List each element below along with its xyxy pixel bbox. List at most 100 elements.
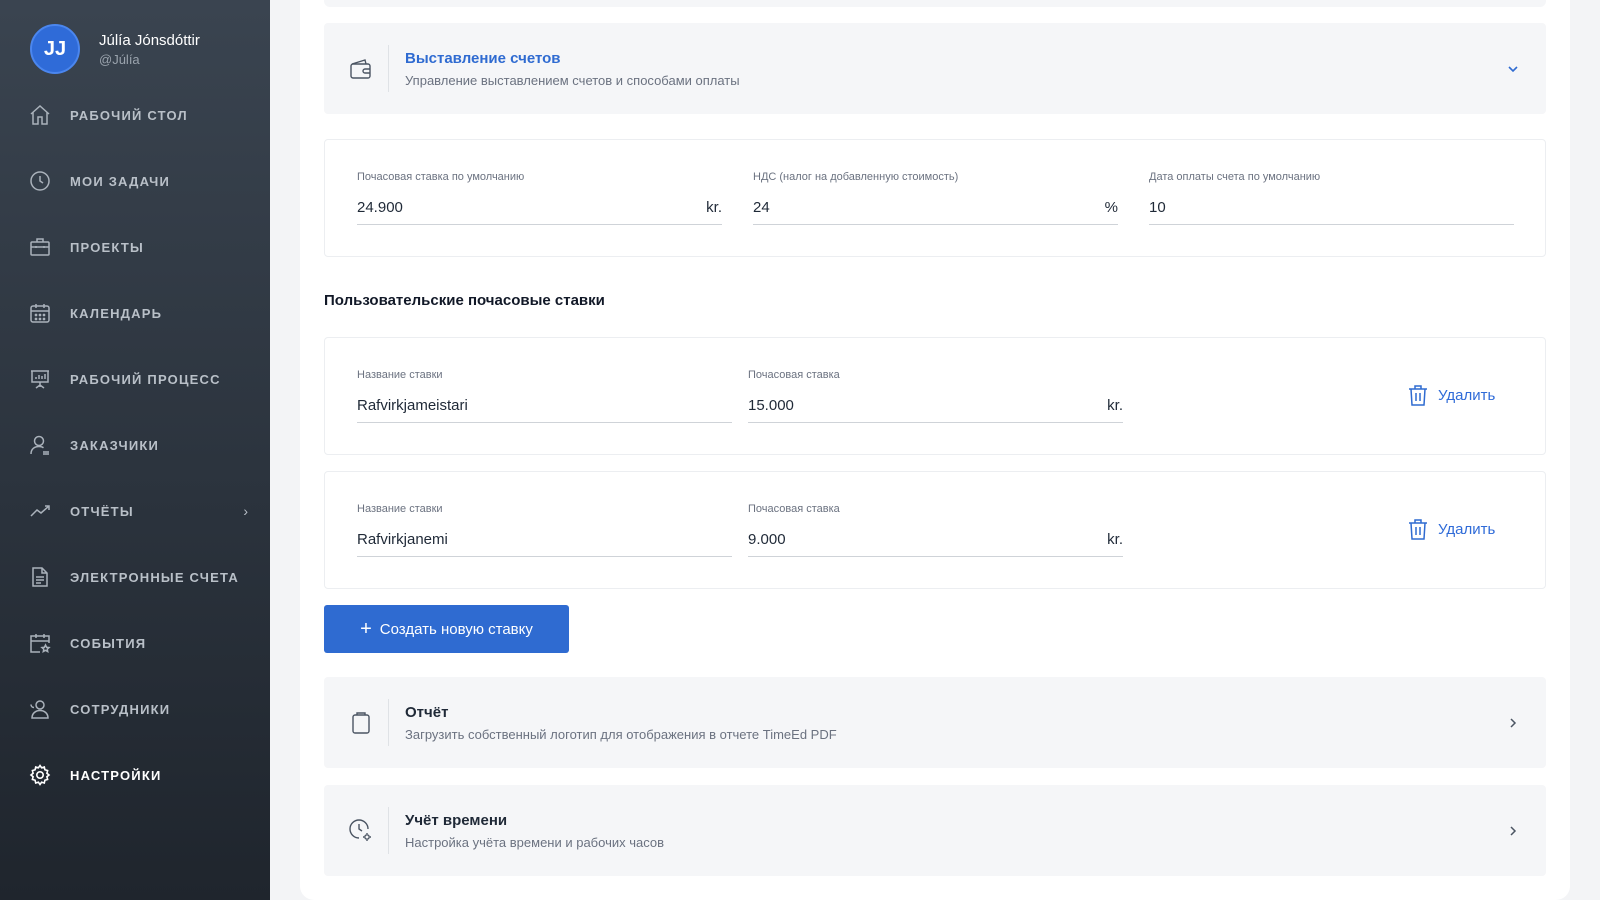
sidebar-item-e-invoices[interactable]: ЭЛЕКТРОННЫЕ СЧЕТА [28,562,248,592]
billing-description: Управление выставлением счетов и способа… [405,73,740,88]
rate-name-field[interactable]: Название ставки Rafvirkjanemi [357,503,732,559]
wallet-icon [350,58,371,79]
sidebar-item-customers[interactable]: ЗАКАЗЧИКИ [28,430,248,460]
sidebar-item-projects[interactable]: ПРОЕКТЫ [28,232,248,262]
rate-amount-field[interactable]: Почасовая ставка 9.000 kr. [748,503,1123,559]
percent-unit: % [1104,199,1118,216]
create-rate-label: Создать новую ставку [379,620,533,638]
invoice-due-label: Дата оплаты счета по умолчанию [1149,171,1321,183]
billing-defaults-card: Почасовая ставка по умолчанию 24.900 kr.… [324,139,1546,257]
currency-unit: kr. [1107,531,1123,548]
delete-label: Удалить [1438,386,1496,404]
sidebar-item-calendar[interactable]: КАЛЕНДАРЬ [28,298,248,328]
sidebar-item-my-tasks[interactable]: МОИ ЗАДАЧИ [28,166,248,196]
rate-name-value: Rafvirkjameistari [357,397,468,414]
sidebar-item-label: ЭЛЕКТРОННЫЕ СЧЕТА [70,569,239,585]
default-hourly-rate-value: 24.900 [357,199,403,216]
delete-rate-button[interactable]: Удалить [1408,384,1495,406]
default-hourly-rate-label: Почасовая ставка по умолчанию [357,171,525,183]
rate-name-input[interactable]: Rafvirkjameistari [357,389,732,423]
sidebar-item-label: СОБЫТИЯ [70,635,147,651]
time-tracking-title: Учёт времени [405,812,508,829]
clipboard-icon [352,711,370,734]
report-title: Отчёт [405,704,449,721]
rate-amount-value: 15.000 [748,397,794,414]
rate-name-label: Название ставки [357,503,443,515]
home-icon [30,104,50,125]
separator [388,45,389,92]
document-icon [32,567,48,587]
report-section-header[interactable]: Отчёт Загрузить собственный логотип для … [324,677,1546,768]
trend-icon [30,505,50,517]
calendar-icon [30,304,50,323]
user-text: Júlía Jónsdóttir @Júlía [99,32,200,67]
sidebar-item-dashboard[interactable]: РАБОЧИЙ СТОЛ [28,100,248,130]
plus-icon: + [360,618,372,640]
separator [388,699,389,746]
sidebar-item-label: РАБОЧИЙ СТОЛ [70,107,188,123]
default-hourly-rate-field[interactable]: Почасовая ставка по умолчанию 24.900 kr. [357,171,722,227]
time-tracking-section-header[interactable]: Учёт времени Настройка учёта времени и р… [324,785,1546,876]
rate-name-value: Rafvirkjanemi [357,531,448,548]
custom-rate-row: Название ставки Rafvirkjameistari Почасо… [324,337,1546,455]
sidebar-item-settings[interactable]: НАСТРОЙКИ [28,760,248,790]
time-tracking-description: Настройка учёта времени и рабочих часов [405,835,665,850]
sidebar-item-label: МОИ ЗАДАЧИ [70,173,171,189]
chevron-right-icon[interactable] [1506,716,1520,730]
billing-title: Выставление счетов [405,50,561,67]
sidebar-item-employees[interactable]: СОТРУДНИКИ [28,694,248,724]
clock-settings-icon [349,818,371,841]
rate-amount-label: Почасовая ставка [748,369,840,381]
user-profile[interactable]: JJ Júlía Jónsdóttir @Júlía [30,24,200,74]
presentation-icon [31,370,49,389]
briefcase-icon [30,238,50,256]
sidebar-item-workflow[interactable]: РАБОЧИЙ ПРОЦЕСС [28,364,248,394]
currency-unit: kr. [706,199,722,216]
chevron-right-icon: › [243,503,248,519]
user-icon [30,435,49,455]
sidebar-item-label: РАБОЧИЙ ПРОЦЕСС [70,371,221,387]
sidebar-item-label: ЗАКАЗЧИКИ [70,437,160,453]
avatar[interactable]: JJ [30,24,80,74]
sidebar-item-events[interactable]: СОБЫТИЯ [28,628,248,658]
chevron-down-icon[interactable] [1506,62,1520,76]
currency-unit: kr. [1107,397,1123,414]
invoice-due-value: 10 [1149,199,1166,216]
rate-name-input[interactable]: Rafvirkjanemi [357,523,732,557]
invoice-due-field[interactable]: Дата оплаты счета по умолчанию 10 [1149,171,1514,227]
trash-icon [1409,519,1427,540]
rate-amount-value: 9.000 [748,531,786,548]
invoice-due-input[interactable]: 10 [1149,191,1514,225]
sidebar-item-label: СОТРУДНИКИ [70,701,171,717]
create-rate-button[interactable]: + Создать новую ставку [324,605,569,653]
rate-amount-input[interactable]: 15.000 kr. [748,389,1123,423]
custom-rate-row: Название ставки Rafvirkjanemi Почасовая … [324,471,1546,589]
vat-value: 24 [753,199,770,216]
user-name: Júlía Jónsdóttir [99,31,200,49]
sidebar: JJ Júlía Jónsdóttir @Júlía РАБОЧИЙ СТОЛ … [0,0,270,900]
sidebar-item-label: НАСТРОЙКИ [70,767,162,783]
custom-rates-heading: Пользовательские почасовые ставки [324,292,605,309]
chevron-right-icon[interactable] [1506,824,1520,838]
sidebar-item-label: ПРОЕКТЫ [70,239,144,255]
vat-label: НДС (налог на добавленную стоимость) [753,171,959,183]
billing-section-header[interactable]: Выставление счетов Управление выставлени… [324,23,1546,114]
delete-rate-button[interactable]: Удалить [1408,518,1495,540]
rate-amount-label: Почасовая ставка [748,503,840,515]
trash-icon [1409,385,1427,406]
rate-name-label: Название ставки [357,369,443,381]
users-icon [30,700,49,719]
vat-field[interactable]: НДС (налог на добавленную стоимость) 24 … [753,171,1118,227]
gear-icon [29,764,51,786]
collapsed-section-edge [324,0,1546,7]
default-hourly-rate-input[interactable]: 24.900 kr. [357,191,722,225]
separator [388,807,389,854]
rate-name-field[interactable]: Название ставки Rafvirkjameistari [357,369,732,425]
rate-amount-input[interactable]: 9.000 kr. [748,523,1123,557]
rate-amount-field[interactable]: Почасовая ставка 15.000 kr. [748,369,1123,425]
sidebar-item-reports[interactable]: ОТЧЁТЫ › [28,496,248,526]
clock-icon [30,171,50,191]
delete-label: Удалить [1438,520,1496,538]
report-description: Загрузить собственный логотип для отобра… [405,727,837,742]
vat-input[interactable]: 24 % [753,191,1118,225]
